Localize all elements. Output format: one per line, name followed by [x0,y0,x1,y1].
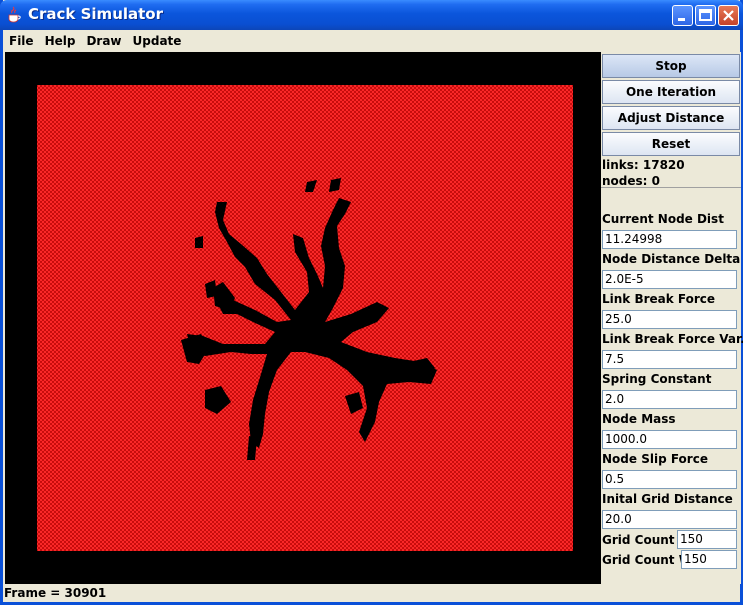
grid-count-h-field[interactable]: 150 [677,530,737,549]
link-break-force-var-label: Link Break Force Var. [602,332,743,346]
adjust-distance-button[interactable]: Adjust Distance [602,106,740,130]
links-count: links: 17820 [602,158,685,172]
menu-update[interactable]: Update [127,32,187,48]
menu-help[interactable]: Help [39,32,81,48]
frame-counter: Frame = 30901 [4,586,107,600]
maximize-icon [699,9,712,21]
java-cup-icon [8,6,21,23]
link-break-force-field[interactable]: 25.0 [602,310,737,329]
current-node-dist-field[interactable]: 11.24998 [602,230,737,249]
nodes-count: nodes: 0 [602,174,660,188]
link-break-force-label: Link Break Force [602,292,716,306]
simulation-canvas[interactable] [5,52,601,584]
menu-draw[interactable]: Draw [80,32,126,48]
grid-count-w-field[interactable]: 150 [681,550,737,569]
minimize-icon [678,18,685,21]
spring-constant-label: Spring Constant [602,372,712,386]
stop-button[interactable]: Stop [602,54,740,78]
app-window: Crack Simulator File Help Draw Update St… [0,0,743,605]
title-bar[interactable]: Crack Simulator [0,0,743,30]
menu-bar: File Help Draw Update [3,30,740,50]
initial-grid-distance-field[interactable]: 20.0 [602,510,737,529]
minimize-button[interactable] [672,5,693,26]
spring-constant-field[interactable]: 2.0 [602,390,737,409]
grid-count-h-label: Grid Count H [602,533,689,547]
maximize-button[interactable] [695,5,716,26]
one-iteration-button[interactable]: One Iteration [602,80,740,104]
control-panel: Stop One Iteration Adjust Distance Reset… [601,52,743,584]
node-distance-delta-field[interactable]: 2.0E-5 [602,270,737,289]
crack-mesh-render [37,85,573,551]
node-mass-label: Node Mass [602,412,676,426]
node-distance-delta-label: Node Distance Delta [602,252,741,266]
node-slip-force-field[interactable]: 0.5 [602,470,737,489]
close-icon [723,10,734,21]
close-button[interactable] [718,5,739,26]
node-mass-field[interactable]: 1000.0 [602,430,737,449]
status-bar: Frame = 30901 [3,585,740,605]
window-title: Crack Simulator [28,5,164,23]
link-break-force-var-field[interactable]: 7.5 [602,350,737,369]
grid-count-w-label: Grid Count W [602,553,692,567]
menu-file[interactable]: File [3,32,39,48]
node-slip-force-label: Node Slip Force [602,452,708,466]
current-node-dist-label: Current Node Dist [602,212,724,226]
initial-grid-distance-label: Inital Grid Distance [602,492,733,506]
reset-button[interactable]: Reset [602,132,740,156]
panel-divider [601,187,741,188]
